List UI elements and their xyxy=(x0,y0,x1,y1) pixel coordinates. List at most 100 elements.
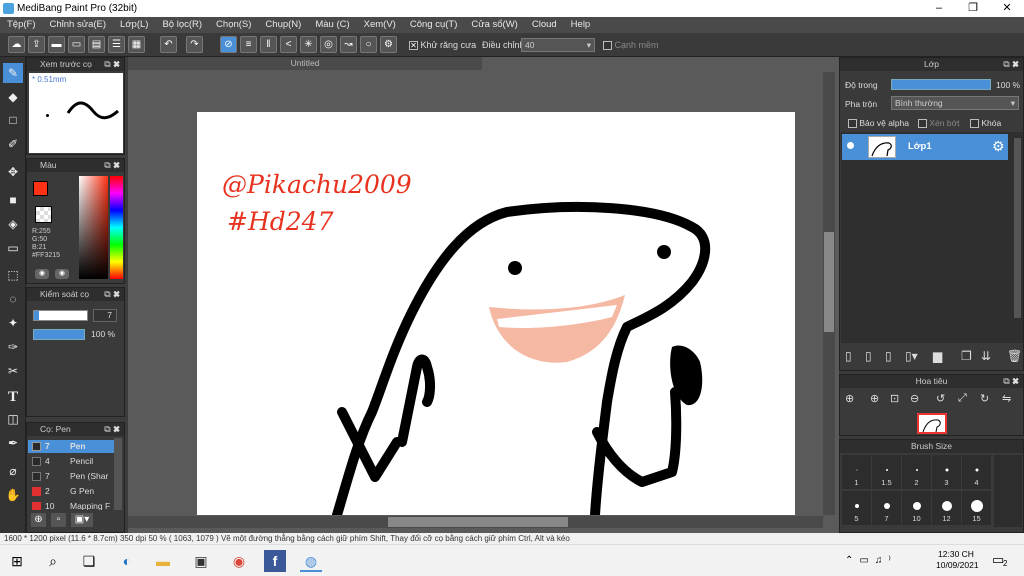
brush-item[interactable]: 4 Pencil xyxy=(28,455,114,468)
facebook-icon[interactable]: f xyxy=(264,550,286,572)
grid-icon[interactable]: ▦ xyxy=(128,36,145,53)
secondary-color-swatch[interactable] xyxy=(35,206,52,223)
rotate-left-icon[interactable]: ↺ xyxy=(936,392,945,405)
panel-controls-icon[interactable]: ⧉ ✖ xyxy=(1003,375,1019,388)
vertical-scrollbar[interactable] xyxy=(823,72,835,515)
brush-size-cell[interactable]: 1.5 xyxy=(872,455,901,489)
brush-size-cell[interactable]: 4 xyxy=(962,455,991,489)
panel-controls-icon[interactable]: ⧉ ✖ xyxy=(104,423,120,436)
new-8bit-layer-icon[interactable]: ▯ xyxy=(885,349,892,363)
menu-snap[interactable]: Chụp(N) xyxy=(258,17,308,30)
panel-controls-icon[interactable]: ⧉ ✖ xyxy=(104,58,120,71)
circle-snap-icon[interactable]: ◎ xyxy=(320,36,337,53)
panel-controls-icon[interactable]: ⧉ ✖ xyxy=(1003,58,1019,71)
curve-snap-icon[interactable]: ↝ xyxy=(340,36,357,53)
document-tab[interactable]: Untitled xyxy=(128,57,482,70)
edge-checkbox[interactable] xyxy=(603,41,612,51)
edge-browser-icon[interactable]: ◐ xyxy=(116,550,138,572)
select-tool-icon[interactable]: ⬚ xyxy=(3,265,23,285)
ellipse-snap-icon[interactable]: ○ xyxy=(360,36,377,53)
layer-row[interactable]: Lớp1 ⚙ xyxy=(842,134,1008,160)
hand-tool-icon[interactable]: ✋ xyxy=(3,485,23,505)
chrome-icon[interactable]: ◉ xyxy=(228,550,250,572)
file-explorer-icon[interactable]: ▬ xyxy=(152,550,174,572)
brush-size-cell[interactable]: 7 xyxy=(872,491,901,525)
flip-icon[interactable]: ⇋ xyxy=(1002,392,1011,405)
rotate-right-icon[interactable]: ↻ xyxy=(980,392,989,405)
horizontal-scrollbar[interactable] xyxy=(128,516,823,528)
panel-controls-icon[interactable]: ⧉ ✖ xyxy=(104,159,120,172)
adjust-select[interactable]: 40 ▾ xyxy=(521,38,595,52)
zoom-in-alt-icon[interactable]: ⊕ xyxy=(870,392,879,405)
brush-item[interactable]: 10 Mapping F xyxy=(28,500,114,510)
dropper-tool-icon[interactable]: ⌀ xyxy=(3,461,23,481)
menu-select[interactable]: Chọn(S) xyxy=(209,17,258,30)
merge-down-icon[interactable]: ⇊ xyxy=(981,349,991,363)
new-layer-icon[interactable]: ▯ xyxy=(845,349,852,363)
brush-item[interactable]: 7 Pen (Shar xyxy=(28,470,114,483)
clipping-checkbox[interactable] xyxy=(918,119,927,129)
brush-size-cell[interactable]: 3 xyxy=(932,455,961,489)
folder-icon[interactable]: ▆ xyxy=(933,349,942,363)
eraser-tool-icon[interactable]: ◆ xyxy=(3,87,23,107)
menu-help[interactable]: Help xyxy=(564,17,598,30)
palette-icon[interactable]: ◉ xyxy=(35,269,49,279)
trash-icon[interactable]: 🗑 xyxy=(1007,349,1022,363)
panel-controls-icon[interactable]: ⧉ ✖ xyxy=(104,288,120,301)
close-button[interactable]: ✕ xyxy=(990,0,1024,17)
brush-list-scrollbar[interactable] xyxy=(114,438,122,510)
text-tool-icon[interactable]: T xyxy=(3,387,23,407)
pen-tool-icon[interactable]: ✐ xyxy=(3,134,23,154)
actual-size-icon[interactable]: ⤢ xyxy=(958,392,967,405)
hue-slider[interactable] xyxy=(110,176,123,279)
lasso-tool-icon[interactable]: ◌ xyxy=(3,289,23,309)
menu-edit[interactable]: Chỉnh sửa(E) xyxy=(43,17,114,30)
comment-icon[interactable]: ▭ xyxy=(68,36,85,53)
cloud-icon[interactable]: ☁ xyxy=(8,36,25,53)
move-tool-icon[interactable]: ✥ xyxy=(3,162,23,182)
layer-opacity-slider[interactable] xyxy=(891,79,991,90)
menu-layer[interactable]: Lớp(L) xyxy=(113,17,155,30)
undo-icon[interactable]: ↶ xyxy=(160,36,177,53)
brush-menu-icon[interactable]: ▣▾ xyxy=(71,513,93,527)
minimize-button[interactable]: – xyxy=(922,0,956,17)
swap-color-icon[interactable]: ◉ xyxy=(55,269,69,279)
lock-checkbox[interactable] xyxy=(970,119,979,129)
magic-wand-icon[interactable]: ✦ xyxy=(3,313,23,333)
share-icon[interactable]: ⇪ xyxy=(28,36,45,53)
select-pen-icon[interactable]: ✑ xyxy=(3,337,23,357)
menu-window[interactable]: Cửa sổ(W) xyxy=(464,17,524,30)
add-layer-menu-icon[interactable]: ▯▾ xyxy=(905,349,918,363)
brush-item[interactable]: 7Pen ⚙ xyxy=(28,440,114,453)
brush-tool-icon[interactable]: ✎ xyxy=(3,63,23,83)
color-sv-picker[interactable] xyxy=(79,176,108,279)
radial-snap-icon[interactable]: ✳ xyxy=(300,36,317,53)
eyedropper-tool-icon[interactable]: ✒ xyxy=(3,433,23,453)
size-value[interactable]: 7 xyxy=(93,309,117,322)
menu-tools[interactable]: Công cụ(T) xyxy=(403,17,465,30)
windows-start-icon[interactable]: ⊞ xyxy=(6,550,28,572)
eye-icon[interactable] xyxy=(847,142,854,149)
task-view-icon[interactable]: ❏ xyxy=(78,550,100,572)
gradient-tool-icon[interactable]: ▭ xyxy=(3,238,23,258)
size-slider[interactable] xyxy=(33,310,88,321)
menu-color[interactable]: Màu (C) xyxy=(308,17,356,30)
protect-alpha-checkbox[interactable] xyxy=(848,119,857,129)
new-halftone-layer-icon[interactable]: ▯ xyxy=(865,349,872,363)
zoom-in-icon[interactable]: ⊕ xyxy=(845,392,854,405)
drawing-canvas[interactable]: @Pikachu2009 #Hd247 xyxy=(197,112,795,515)
chat-icon[interactable]: ▬ xyxy=(48,36,65,53)
select-eraser-icon[interactable]: ✂ xyxy=(3,361,23,381)
zoom-out-icon[interactable]: ⊖ xyxy=(910,392,919,405)
snap-off-icon[interactable]: ⊘ xyxy=(220,36,237,53)
medibang-taskbar-icon[interactable]: ◍ xyxy=(300,550,322,572)
opacity-slider[interactable] xyxy=(33,329,85,340)
menu-cloud[interactable]: Cloud xyxy=(525,17,564,30)
primary-color-swatch[interactable] xyxy=(33,181,48,196)
settings-icon[interactable]: ⚙ xyxy=(380,36,397,53)
duplicate-layer-icon[interactable]: ❐ xyxy=(961,349,972,363)
vertical-snap-icon[interactable]: ‖ xyxy=(260,36,277,53)
divide-tool-icon[interactable]: ◫ xyxy=(3,409,23,429)
search-icon[interactable]: ⌕ xyxy=(42,550,64,572)
fill-rect-tool-icon[interactable]: ■ xyxy=(3,190,23,210)
